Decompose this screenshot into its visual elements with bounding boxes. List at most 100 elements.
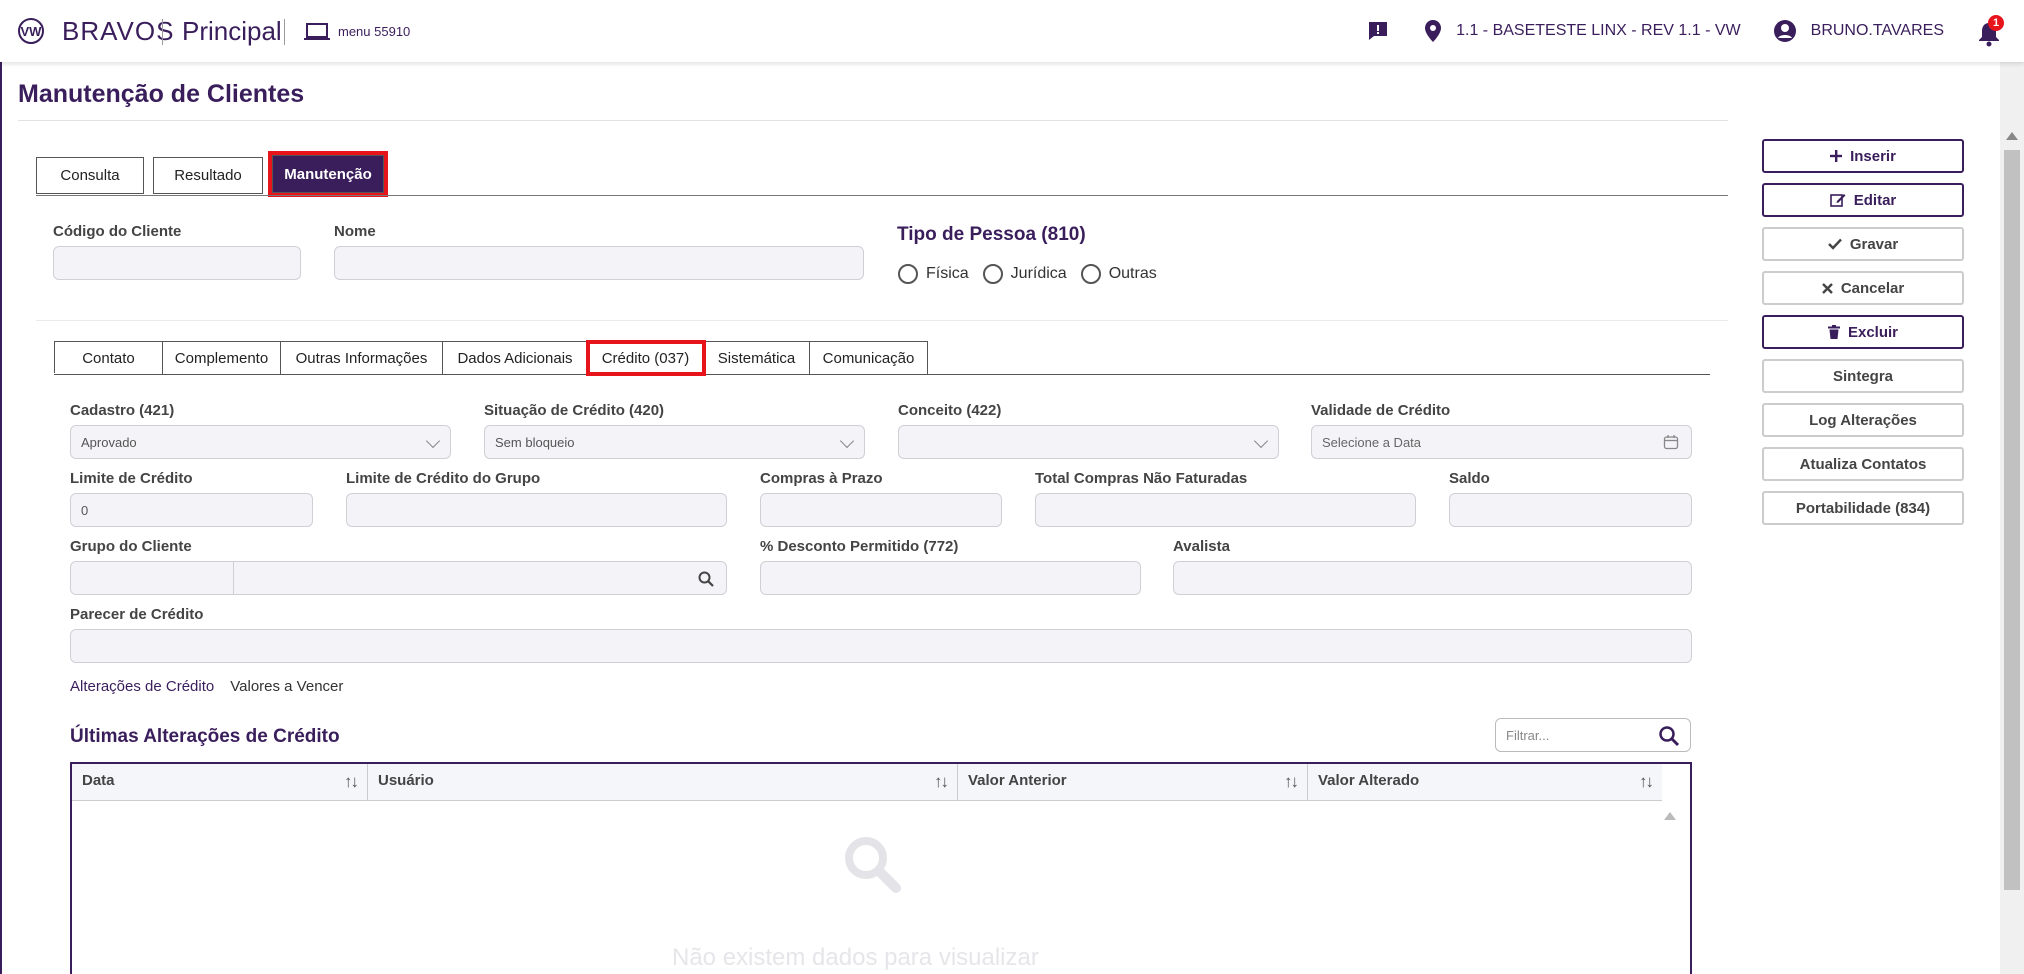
cadastro-select[interactable]: Aprovado — [70, 425, 451, 459]
link-valores-vencer[interactable]: Valores a Vencer — [230, 678, 343, 695]
validade-credito-datepicker[interactable]: Selecione a Data — [1311, 425, 1692, 459]
scroll-thumb[interactable] — [2004, 150, 2020, 890]
sub-tabs: Contato Complemento Outras Informações D… — [54, 340, 928, 376]
situacao-credito-select[interactable]: Sem bloqueio — [484, 425, 865, 459]
search-icon[interactable] — [1658, 725, 1680, 747]
column-header-usuario[interactable]: Usuário ↑↓ — [368, 764, 958, 801]
sort-icon[interactable]: ↑↓ — [344, 772, 359, 792]
conceito-select[interactable] — [898, 425, 1279, 459]
editar-button[interactable]: Editar — [1762, 183, 1964, 217]
plus-icon — [1830, 150, 1843, 162]
nome-label: Nome — [334, 223, 376, 240]
cancelar-button[interactable]: Cancelar — [1762, 271, 1964, 305]
desconto-permitido-input[interactable] — [760, 561, 1141, 595]
button-label: Portabilidade (834) — [1795, 499, 1931, 517]
portabilidade-button[interactable]: Portabilidade (834) — [1762, 491, 1964, 525]
grid-title: Últimas Alterações de Crédito — [70, 726, 340, 747]
radio-circle-icon[interactable] — [1080, 264, 1101, 284]
grid-scroll-up-icon[interactable] — [1664, 812, 1676, 820]
parecer-credito-input[interactable] — [70, 629, 1692, 663]
credit-changes-grid: Data ↑↓ Usuário ↑↓ Valor Anterior ↑↓ Val… — [70, 762, 1692, 974]
grid-filter-input[interactable]: Filtrar... — [1495, 718, 1691, 752]
subtab-credito[interactable]: Crédito (037) — [586, 340, 706, 376]
vw-logo-icon[interactable]: VW — [18, 18, 44, 44]
sort-icon[interactable]: ↑↓ — [1639, 772, 1654, 792]
atualiza-contatos-button[interactable]: Atualiza Contatos — [1762, 447, 1964, 481]
compras-prazo-input[interactable] — [760, 493, 1002, 527]
subtab-sistematica[interactable]: Sistemática — [704, 342, 810, 374]
header-divider — [162, 19, 163, 45]
credito-sub-links: Alterações de Crédito Valores a Vencer — [70, 678, 343, 695]
brand-name: BRAVOS — [62, 16, 175, 46]
subtab-dados-adicionais[interactable]: Dados Adicionais — [443, 342, 588, 374]
chevron-down-icon — [1253, 433, 1269, 449]
validade-placeholder: Selecione a Data — [1322, 434, 1422, 450]
saldo-label: Saldo — [1449, 470, 1490, 487]
grupo-cliente-label: Grupo do Cliente — [70, 538, 192, 555]
saldo-input[interactable] — [1449, 493, 1692, 527]
nome-input[interactable] — [334, 246, 864, 280]
radio-juridica[interactable]: Jurídica — [982, 264, 1067, 284]
gravar-button[interactable]: Gravar — [1762, 227, 1964, 261]
column-label: Usuário — [378, 772, 434, 789]
parecer-credito-label: Parecer de Crédito — [70, 606, 204, 623]
location-text[interactable]: 1.1 - BASETESTE LINX - REV 1.1 - VW — [1456, 22, 1741, 40]
user-name[interactable]: BRUNO.TAVARES — [1811, 22, 1944, 40]
link-alteracoes-credito[interactable]: Alterações de Crédito — [70, 678, 214, 695]
feedback-icon[interactable] — [1366, 19, 1390, 43]
column-header-valor-alterado[interactable]: Valor Alterado ↑↓ — [1308, 764, 1662, 801]
principal-label[interactable]: Principal — [182, 16, 282, 47]
button-label: Sintegra — [1832, 367, 1893, 385]
tab-manutencao[interactable]: Manutenção — [268, 151, 388, 197]
tab-consulta[interactable]: Consulta — [36, 157, 144, 194]
radio-circle-icon[interactable] — [898, 264, 918, 284]
codigo-cliente-input[interactable] — [53, 246, 301, 280]
limite-credito-input[interactable]: 0 — [70, 493, 313, 527]
subtab-contato[interactable]: Contato — [55, 342, 163, 374]
inserir-button[interactable]: Inserir — [1762, 139, 1964, 173]
limite-credito-grupo-label: Limite de Crédito do Grupo — [346, 470, 541, 487]
column-label: Valor Anterior — [968, 772, 1067, 789]
calendar-icon[interactable] — [1663, 434, 1679, 450]
search-icon[interactable] — [698, 571, 714, 587]
subtab-comunicacao[interactable]: Comunicação — [810, 342, 928, 374]
radio-fisica[interactable]: Física — [898, 264, 969, 284]
radio-circle-icon[interactable] — [982, 264, 1003, 284]
cadastro-label: Cadastro (421) — [70, 402, 175, 419]
laptop-icon[interactable] — [303, 22, 331, 42]
column-label: Valor Alterado — [1318, 772, 1420, 789]
sort-icon[interactable]: ↑↓ — [934, 772, 949, 792]
notification-bell[interactable]: 1 — [1978, 15, 2004, 47]
subtab-complemento[interactable]: Complemento — [163, 342, 281, 374]
button-label: Atualiza Contatos — [1799, 455, 1927, 473]
grupo-cliente-desc-input[interactable] — [233, 561, 727, 595]
tab-resultado[interactable]: Resultado — [153, 157, 263, 194]
button-label: Inserir — [1850, 147, 1896, 165]
button-label: Editar — [1853, 191, 1897, 209]
user-avatar-icon[interactable] — [1773, 19, 1797, 43]
log-alteracoes-button[interactable]: Log Alterações — [1762, 403, 1964, 437]
tabs-divider — [36, 195, 1728, 196]
column-header-data[interactable]: Data ↑↓ — [72, 764, 368, 801]
avalista-input[interactable] — [1173, 561, 1692, 595]
excluir-button[interactable]: Excluir — [1762, 315, 1964, 349]
limite-credito-grupo-input[interactable] — [346, 493, 727, 527]
page-scrollbar[interactable] — [2000, 62, 2024, 974]
scroll-up-arrow-icon[interactable] — [2006, 132, 2018, 140]
column-header-valor-anterior[interactable]: Valor Anterior ↑↓ — [958, 764, 1308, 801]
radio-outras[interactable]: Outras — [1080, 264, 1157, 284]
title-divider — [18, 120, 1728, 121]
check-icon — [1827, 238, 1842, 250]
subtab-outras-informacoes[interactable]: Outras Informações — [281, 342, 443, 374]
sintegra-button[interactable]: Sintegra — [1762, 359, 1964, 393]
edit-icon — [1829, 194, 1846, 207]
radio-label: Física — [926, 265, 969, 282]
radio-label: Outras — [1108, 265, 1157, 282]
validade-credito-label: Validade de Crédito — [1311, 402, 1451, 419]
grid-header: Data ↑↓ Usuário ↑↓ Valor Anterior ↑↓ Val… — [72, 764, 1662, 801]
menu-label[interactable]: menu 55910 — [338, 24, 410, 39]
grupo-cliente-code-input[interactable] — [70, 561, 234, 595]
filter-placeholder: Filtrar... — [1506, 727, 1550, 743]
sort-icon[interactable]: ↑↓ — [1284, 772, 1299, 792]
total-compras-input[interactable] — [1035, 493, 1416, 527]
